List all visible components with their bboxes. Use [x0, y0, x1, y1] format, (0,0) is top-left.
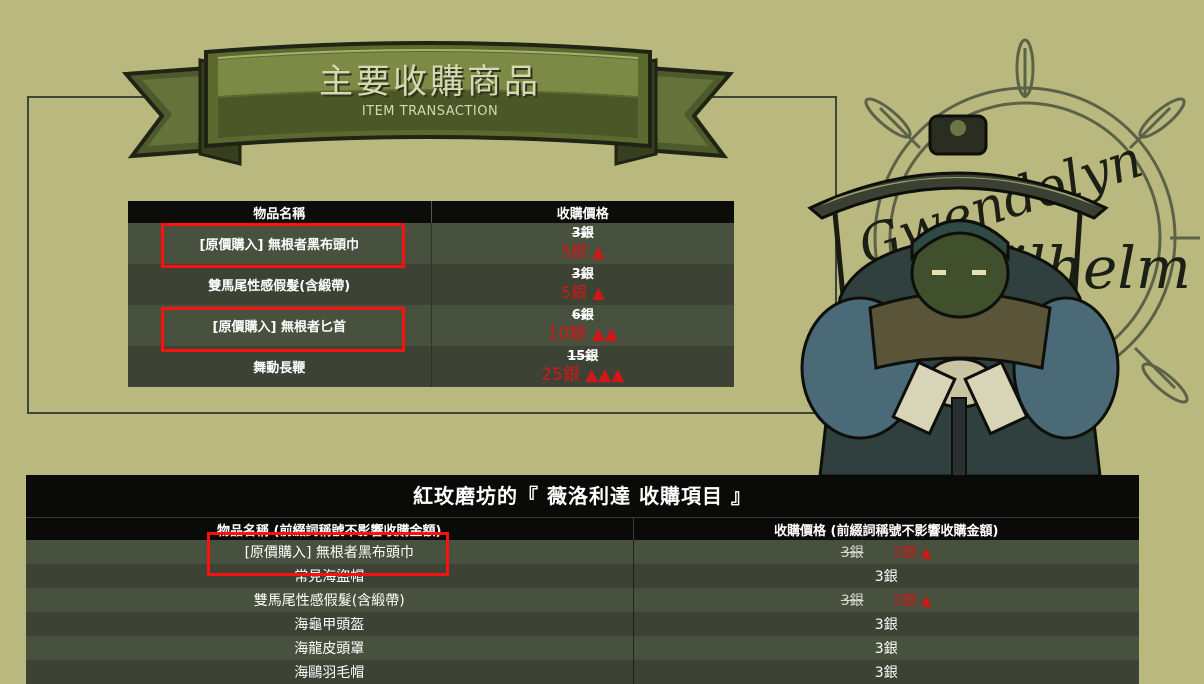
old-price: 3銀 [840, 545, 864, 561]
table-header-row: 物品名稱 (前綴詞稱號不影響收購金額) 收購價格 (前綴詞稱號不影響收購金額) [26, 517, 1139, 540]
item-name: 海鷗羽毛帽 [26, 660, 633, 684]
column-header-price: 收購價格 (前綴詞稱號不影響收購金額) [632, 517, 1139, 540]
price-cell: 3銀 5銀 ▲ [632, 588, 1139, 612]
new-price: 5銀 ▲ [893, 545, 932, 561]
table-row: [原價購入] 無根者黑布頭巾 3銀 5銀 ▲ [26, 540, 1139, 564]
purchase-list-title: 紅玫磨坊的『 薇洛利達 收購項目 』 [413, 484, 752, 508]
price-cell: 3銀 [632, 660, 1139, 684]
banner-title: 主要收購商品 [319, 62, 541, 102]
item-name: 海龜甲頭盔 [26, 612, 633, 636]
column-header-price: 收購價格 [430, 201, 734, 223]
old-price: 15銀 [567, 348, 599, 364]
price-cell: 3銀 5銀 ▲ [430, 264, 734, 305]
purchase-list-table: 物品名稱 (前綴詞稱號不影響收購金額) 收購價格 (前綴詞稱號不影響收購金額) … [26, 517, 1139, 684]
item-name: 雙馬尾性感假髮(含緞帶) [26, 588, 633, 612]
old-price: 3銀 [840, 593, 864, 609]
new-price: 5銀 ▲ [560, 282, 605, 302]
highlight-box [161, 307, 405, 352]
price-cell: 3銀 [632, 564, 1139, 588]
price-cell: 3銀 5銀 ▲ [430, 223, 734, 264]
banner-subtitle: ITEM TRANSACTION [361, 104, 499, 119]
table-row: 雙馬尾性感假髮(含緞帶) 3銀 5銀 ▲ [26, 588, 1139, 612]
table-row: 海鷗羽毛帽 3銀 [26, 660, 1139, 684]
price-cell: 3銀 [632, 636, 1139, 660]
new-price: 5銀 ▲ [560, 241, 605, 261]
new-price: 25銀 ▲▲▲ [541, 364, 625, 385]
new-price: 10銀 ▲▲ [547, 323, 618, 344]
column-header-item-name: 物品名稱 [128, 201, 431, 223]
table-header-row: 物品名稱 收購價格 [128, 201, 734, 223]
item-name: 雙馬尾性感假髮(含緞帶) [128, 264, 431, 305]
old-price: 6銀 [571, 307, 594, 323]
table-row: 雙馬尾性感假髮(含緞帶) 3銀 5銀 ▲ [128, 264, 734, 305]
item-name: 海龍皮頭罩 [26, 636, 633, 660]
new-price: 5銀 ▲ [893, 593, 932, 609]
table-row: 海龜甲頭盔 3銀 [26, 612, 1139, 636]
table-row: 海龍皮頭罩 3銀 [26, 636, 1139, 660]
highlight-box [161, 223, 405, 268]
purchase-list-section: 紅玫磨坊的『 薇洛利達 收購項目 』 物品名稱 (前綴詞稱號不影響收購金額) 收… [26, 475, 1139, 684]
old-price: 3銀 [571, 266, 594, 282]
item-name: 舞動長鞭 [128, 346, 431, 387]
price-cell: 15銀 25銀 ▲▲▲ [430, 346, 734, 387]
price-cell: 3銀 [632, 612, 1139, 636]
merchant-character-illustration: Gwendolyn Wilhelm [800, 38, 1200, 476]
table-row: 常見海盜帽 3銀 [26, 564, 1139, 588]
old-price: 3銀 [571, 225, 594, 241]
price-cell: 3銀 5銀 ▲ [632, 540, 1139, 564]
highlight-box [207, 532, 449, 576]
price-cell: 6銀 10銀 ▲▲ [430, 305, 734, 346]
table-row: 舞動長鞭 15銀 25銀 ▲▲▲ [128, 346, 734, 387]
